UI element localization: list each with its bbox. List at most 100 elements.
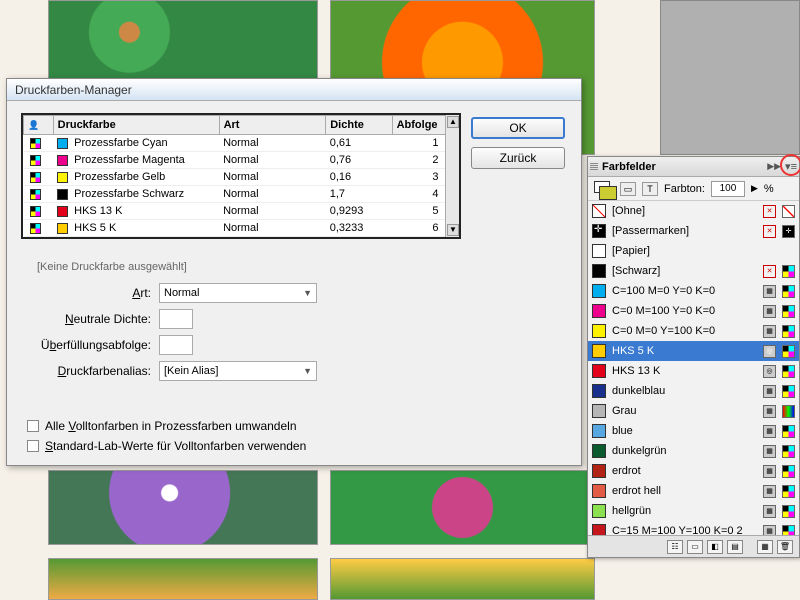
ink-row[interactable]: Prozessfarbe CyanNormal0,611 xyxy=(24,135,459,152)
none-mode-icon xyxy=(782,205,795,218)
ink-swatch-icon xyxy=(57,155,68,166)
show-small-icon[interactable]: ▭ xyxy=(687,540,703,554)
type-select[interactable]: Normal▼ xyxy=(159,283,317,303)
swatch-row[interactable]: blue ▦ xyxy=(588,421,799,441)
swatch-name: erdrot xyxy=(612,465,757,477)
type-label: Art: xyxy=(25,286,159,300)
ink-row[interactable]: HKS 13 KNormal0,92935 xyxy=(24,203,459,220)
swatch-row[interactable]: C=0 M=0 Y=100 K=0▦ xyxy=(588,321,799,341)
swatch-row[interactable]: Grau▦ xyxy=(588,401,799,421)
ink-name: Prozessfarbe Cyan xyxy=(74,137,168,149)
swatch-row[interactable]: hellgrün▦ xyxy=(588,501,799,521)
canvas-image xyxy=(48,470,318,545)
ink-density: 1,7 xyxy=(326,186,392,203)
swatch-name: blue xyxy=(612,425,757,437)
ink-type: Normal xyxy=(219,169,326,186)
tone-input[interactable]: 100 xyxy=(711,181,745,197)
ink-swatch-icon xyxy=(57,206,68,217)
show-large-icon[interactable]: ◧ xyxy=(707,540,723,554)
col-density[interactable]: Dichte xyxy=(326,116,392,135)
no-ink-selected-label: [Keine Druckfarbe ausgewählt] xyxy=(37,261,445,273)
ink-name: HKS 5 K xyxy=(74,222,116,234)
swatch-row[interactable]: erdrot ▦ xyxy=(588,461,799,481)
global-icon: ▦ xyxy=(763,465,776,478)
panel-grip-icon[interactable] xyxy=(590,163,598,170)
ink-row[interactable]: Prozessfarbe SchwarzNormal1,74 xyxy=(24,186,459,203)
panel-options: ▭ T Farbton: 100 ▶ % xyxy=(588,177,799,201)
global-icon: ▦ xyxy=(763,285,776,298)
ink-table[interactable]: 👤 Druckfarbe Art Dichte Abfolge Prozessf… xyxy=(21,113,461,239)
canvas-image xyxy=(48,558,318,600)
swatch-row[interactable]: [Ohne]✕ xyxy=(588,201,799,221)
canvas-image xyxy=(330,470,595,545)
process-icon xyxy=(782,445,795,458)
alias-select[interactable]: [Kein Alias]▼ xyxy=(159,361,317,381)
swatch-color-icon xyxy=(592,304,606,318)
density-input[interactable] xyxy=(159,309,193,329)
scroll-up-icon[interactable]: ▲ xyxy=(447,116,459,128)
swatch-name: Grau xyxy=(612,405,757,417)
ink-manager-dialog: Druckfarben-Manager 👤 Druckfarbe Art Dic… xyxy=(6,78,582,466)
swatch-list[interactable]: [Ohne]✕[Passermarken]✕✛[Papier][Schwarz]… xyxy=(588,201,799,535)
spot-mode-icon xyxy=(782,365,795,378)
swatch-name: C=15 M=100 Y=100 K=0 2 xyxy=(612,525,757,535)
swatch-color-icon xyxy=(592,284,606,298)
ink-row[interactable]: Prozessfarbe MagentaNormal0,762 xyxy=(24,152,459,169)
delete-swatch-icon[interactable]: 🗑 xyxy=(777,540,793,554)
process-icon xyxy=(782,465,795,478)
swatch-row[interactable]: [Schwarz]✕ xyxy=(588,261,799,281)
swatch-name: [Schwarz] xyxy=(612,265,757,277)
swatch-row[interactable]: C=0 M=100 Y=0 K=0▦ xyxy=(588,301,799,321)
trap-input[interactable] xyxy=(159,335,193,355)
panel-tab-bar[interactable]: Farbfelder ▶▶ ▾≡ xyxy=(588,157,799,177)
collapse-icon[interactable]: ▶▶ xyxy=(767,161,781,172)
ink-name: Prozessfarbe Schwarz xyxy=(74,188,184,200)
checkbox-icon xyxy=(27,420,39,432)
show-list-icon[interactable]: ☷ xyxy=(667,540,683,554)
ink-type: Normal xyxy=(219,220,326,237)
dialog-titlebar[interactable]: Druckfarben-Manager xyxy=(7,79,581,101)
process-icon xyxy=(782,485,795,498)
back-button[interactable]: Zurück xyxy=(471,147,565,169)
col-name[interactable]: Druckfarbe xyxy=(53,116,219,135)
new-swatch2-icon[interactable]: ▦ xyxy=(757,540,773,554)
swatch-color-icon xyxy=(592,364,606,378)
tone-percent: % xyxy=(764,183,774,195)
ink-density: 0,76 xyxy=(326,152,392,169)
table-scrollbar[interactable]: ▲ ▼ xyxy=(445,115,459,237)
text-format-icon[interactable]: T xyxy=(642,182,658,196)
swatch-row[interactable]: [Passermarken]✕✛ xyxy=(588,221,799,241)
tone-arrow-icon[interactable]: ▶ xyxy=(751,183,758,194)
swatch-row[interactable]: erdrot hell▦ xyxy=(588,481,799,501)
process-icon xyxy=(782,265,795,278)
ink-name: Prozessfarbe Magenta xyxy=(74,154,185,166)
fill-stroke-icon[interactable] xyxy=(594,181,614,197)
swatch-row[interactable]: C=100 M=0 Y=0 K=0▦ xyxy=(588,281,799,301)
process-icon xyxy=(782,385,795,398)
ink-row[interactable]: Prozessfarbe GelbNormal0,163 xyxy=(24,169,459,186)
swatch-row[interactable]: HKS 13 K◎ xyxy=(588,361,799,381)
scroll-down-icon[interactable]: ▼ xyxy=(447,224,459,236)
canvas-image xyxy=(48,0,318,80)
convert-spot-checkbox[interactable]: Alle Volltonfarben in Prozessfarben umwa… xyxy=(27,419,306,433)
new-swatch-icon[interactable]: ▤ xyxy=(727,540,743,554)
global-icon: ▦ xyxy=(763,505,776,518)
tone-label: Farbton: xyxy=(664,183,705,195)
rgb-icon xyxy=(782,405,795,418)
ok-button[interactable]: OK xyxy=(471,117,565,139)
col-type[interactable]: Art xyxy=(219,116,326,135)
swatch-row[interactable]: dunkelblau▦ xyxy=(588,381,799,401)
container-format-icon[interactable]: ▭ xyxy=(620,182,636,196)
panel-title: Farbfelder xyxy=(602,161,656,173)
swatch-row[interactable]: C=15 M=100 Y=100 K=0 2▦ xyxy=(588,521,799,535)
swatch-name: dunkelblau xyxy=(612,385,757,397)
ink-row[interactable]: HKS 5 KNormal0,32336 xyxy=(24,220,459,237)
trap-label: Überfüllungsabfolge: xyxy=(25,338,159,352)
swatch-row[interactable]: dunkelgrün▦ xyxy=(588,441,799,461)
swatch-row[interactable]: [Papier] xyxy=(588,241,799,261)
global-icon: ▦ xyxy=(763,425,776,438)
lab-values-checkbox[interactable]: Standard-Lab-Werte für Volltonfarben ver… xyxy=(27,439,306,453)
col-icon[interactable]: 👤 xyxy=(24,116,54,135)
swatch-row[interactable]: HKS 5 K◎ xyxy=(588,341,799,361)
non-editable-icon: ✕ xyxy=(763,205,776,218)
